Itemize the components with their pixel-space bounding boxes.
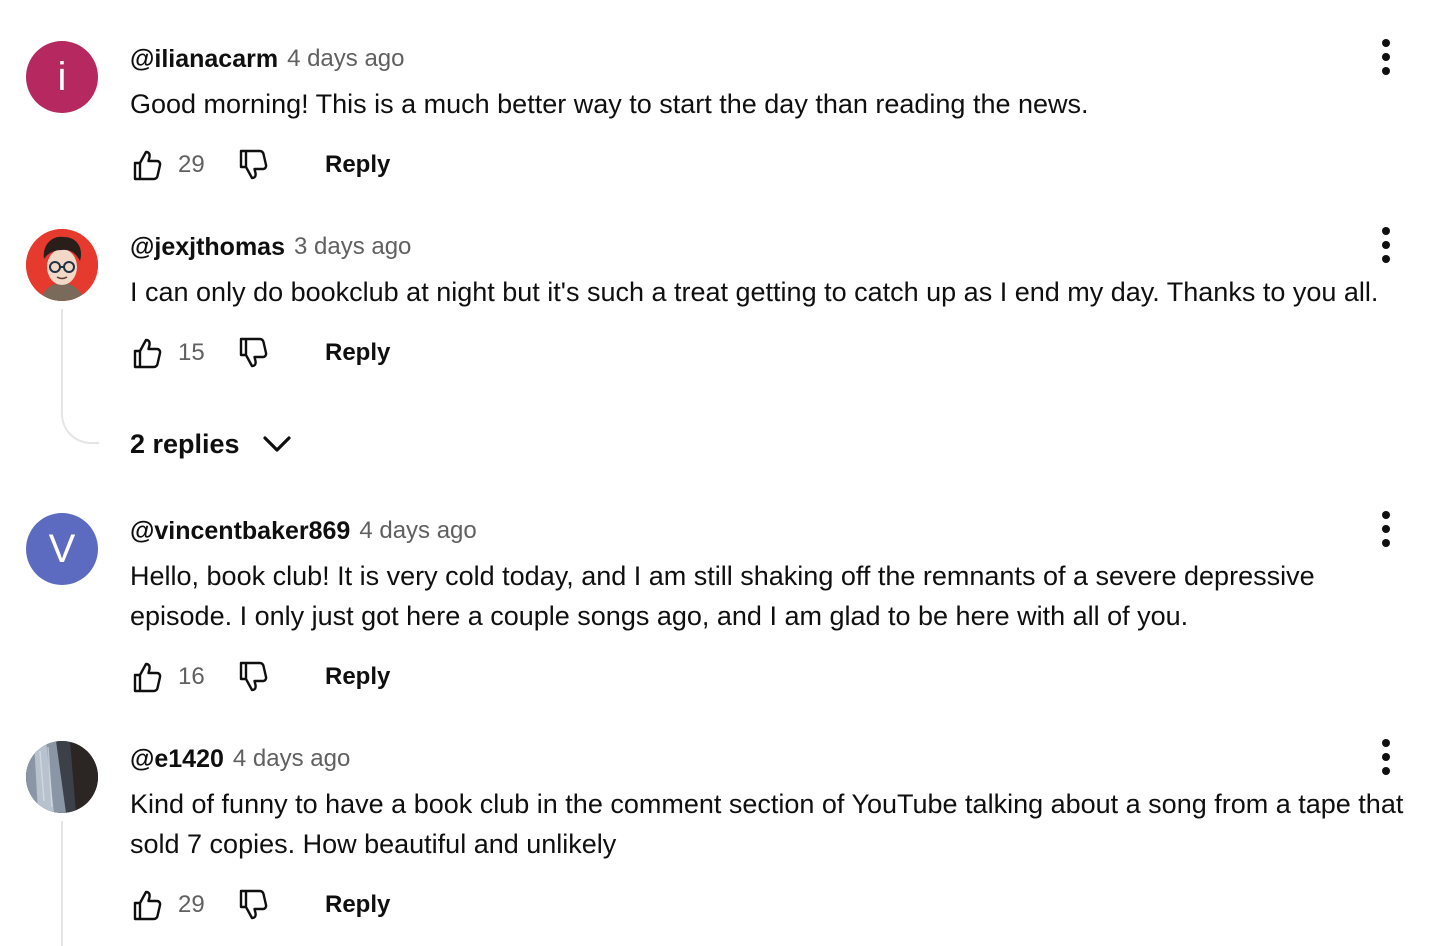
thumb-down-icon[interactable] bbox=[236, 333, 270, 373]
chevron-down-icon bbox=[262, 434, 292, 454]
comment-text: Good morning! This is a much better way … bbox=[130, 89, 1089, 119]
comment-text: I can only do bookclub at night but it's… bbox=[130, 277, 1379, 307]
comment-text: Kind of funny to have a book club in the… bbox=[130, 789, 1404, 859]
reply-button[interactable]: Reply bbox=[325, 145, 390, 185]
replies-label: 2 replies bbox=[130, 428, 240, 459]
avatar-letter: V bbox=[48, 526, 76, 571]
comment-author[interactable]: @e1420 bbox=[130, 745, 224, 774]
avatar-photo bbox=[26, 741, 98, 813]
comment-timestamp[interactable]: 4 days ago bbox=[359, 517, 476, 545]
view-replies-button[interactable]: 2 replies bbox=[130, 424, 292, 464]
thread-line bbox=[61, 821, 63, 946]
like-count: 16 bbox=[178, 663, 205, 690]
avatar[interactable] bbox=[26, 741, 98, 813]
comment-author[interactable]: @vincentbaker869 bbox=[130, 517, 350, 546]
avatar-illustration bbox=[26, 229, 98, 301]
thumb-up-icon[interactable] bbox=[130, 145, 164, 185]
comment-timestamp[interactable]: 4 days ago bbox=[287, 45, 404, 73]
thumb-down-icon[interactable] bbox=[236, 145, 270, 185]
comment-timestamp[interactable]: 4 days ago bbox=[233, 745, 350, 773]
comment-author[interactable]: @jexjthomas bbox=[130, 233, 285, 262]
avatar[interactable]: V bbox=[26, 513, 98, 585]
thumb-down-icon[interactable] bbox=[236, 657, 270, 697]
thumb-down-icon[interactable] bbox=[236, 885, 270, 925]
reply-button[interactable]: Reply bbox=[325, 657, 390, 697]
avatar[interactable]: i bbox=[26, 41, 98, 113]
comment-timestamp[interactable]: 3 days ago bbox=[294, 233, 411, 261]
reply-button[interactable]: Reply bbox=[325, 333, 390, 373]
thumb-up-icon[interactable] bbox=[130, 333, 164, 373]
avatar-letter: i bbox=[57, 54, 67, 99]
thread-line bbox=[61, 309, 63, 409]
comment-text: Hello, book club! It is very cold today,… bbox=[130, 561, 1315, 631]
more-vert-icon[interactable] bbox=[1366, 737, 1406, 777]
thumb-up-icon[interactable] bbox=[130, 885, 164, 925]
thumb-up-icon[interactable] bbox=[130, 657, 164, 697]
like-count: 29 bbox=[178, 891, 205, 918]
more-vert-icon[interactable] bbox=[1366, 509, 1406, 549]
more-vert-icon[interactable] bbox=[1366, 225, 1406, 265]
more-vert-icon[interactable] bbox=[1366, 37, 1406, 77]
comment-author[interactable]: @ilianacarm bbox=[130, 45, 278, 74]
avatar[interactable] bbox=[26, 229, 98, 301]
reply-button[interactable]: Reply bbox=[325, 885, 390, 925]
like-count: 15 bbox=[178, 339, 205, 366]
like-count: 29 bbox=[178, 151, 205, 178]
thread-connector bbox=[61, 408, 99, 444]
